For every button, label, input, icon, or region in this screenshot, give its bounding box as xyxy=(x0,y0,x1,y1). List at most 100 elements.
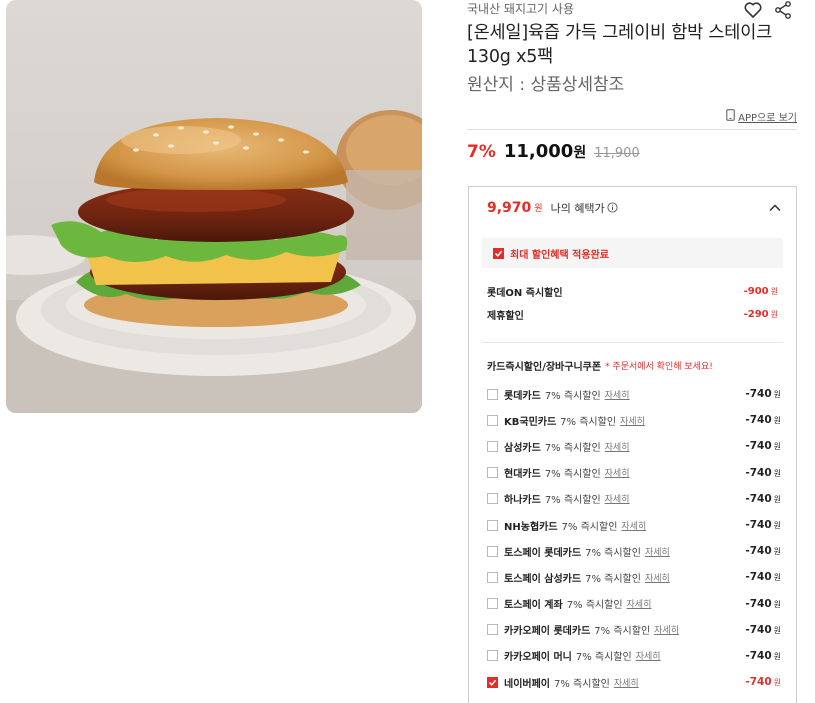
check-icon xyxy=(488,679,497,686)
card-row[interactable]: 토스페이 롯데카드 7% 즉시할인 자세히 -740 원 xyxy=(487,538,781,564)
card-name: 카카오페이 머니 xyxy=(504,652,572,664)
share-icon[interactable] xyxy=(773,0,793,20)
card-detail-link[interactable]: 자세히 xyxy=(605,466,630,479)
card-detail-link[interactable]: 자세히 xyxy=(614,676,639,689)
app-view-row: APP으로 보기 xyxy=(467,108,797,124)
card-discount-pct: 7% 즉시할인 xyxy=(544,469,601,481)
card-amount: -740 원 xyxy=(745,650,781,662)
card-row[interactable]: NH농협카드 7% 즉시할인 자세히 -740 원 xyxy=(487,512,781,538)
card-amount-unit: 원 xyxy=(773,599,781,609)
mobile-icon xyxy=(726,108,735,124)
card-detail-link[interactable]: 자세히 xyxy=(620,414,645,427)
card-detail-link[interactable]: 자세히 xyxy=(605,492,630,505)
card-detail-link[interactable]: 자세히 xyxy=(605,440,630,453)
card-amount-value: -740 xyxy=(745,466,772,479)
card-name: 삼성카드 xyxy=(504,442,541,454)
discount-list: 롯데ON 즉시할인 -900 원 제휴할인 -290 원 xyxy=(469,280,796,326)
card-row[interactable]: 네이버페이 7% 즉시할인 자세히 -740 원 xyxy=(487,669,781,695)
card-checkbox[interactable] xyxy=(487,598,498,610)
card-amount-value: -740 xyxy=(745,623,772,636)
card-name: 토스페이 계좌 xyxy=(504,600,563,612)
card-row[interactable]: KB국민카드 7% 즉시할인 자세히 -740 원 xyxy=(487,407,781,433)
card-amount-unit: 원 xyxy=(773,521,781,531)
check-icon xyxy=(493,247,504,259)
card-amount-unit: 원 xyxy=(773,547,781,557)
card-amount: -740 원 xyxy=(745,676,781,688)
card-detail-link[interactable]: 자세히 xyxy=(605,388,630,401)
card-amount-unit: 원 xyxy=(773,651,781,661)
card-amount-unit: 원 xyxy=(773,573,781,583)
info-icon[interactable] xyxy=(607,202,618,213)
card-discount-pct: 7% 즉시할인 xyxy=(544,442,601,454)
card-checkbox[interactable] xyxy=(487,440,498,452)
burger-photo xyxy=(6,0,422,413)
card-discount-pct: 7% 즉시할인 xyxy=(585,573,641,585)
card-detail-link[interactable]: 자세히 xyxy=(645,571,670,584)
card-discount-pct: 7% 즉시할인 xyxy=(575,652,632,664)
card-discount-pct: 7% 즉시할인 xyxy=(585,547,641,559)
card-amount: -740 원 xyxy=(745,571,781,583)
card-amount-value: -740 xyxy=(745,492,772,505)
card-row[interactable]: 삼성카드 7% 즉시할인 자세히 -740 원 xyxy=(487,433,781,459)
card-checkbox[interactable] xyxy=(487,493,498,505)
card-row[interactable]: 카카오페이 머니 7% 즉시할인 자세히 -740 원 xyxy=(487,643,781,669)
product-title: [온세일]육즙 가득 그레이비 함박 스테이크 130g x5팩 xyxy=(467,23,773,67)
max-benefit-banner: 최대 할인혜택 적용완료 xyxy=(482,238,783,268)
card-amount-value: -740 xyxy=(745,414,772,427)
product-info: 국내산 돼지고기 사용 [온세일]육즙 가득 그레이비 함박 스테이크 130g… xyxy=(467,0,797,165)
discount-name: 롯데ON 즉시할인 xyxy=(487,288,563,299)
card-detail-link[interactable]: 자세히 xyxy=(621,519,646,532)
sale-price-value: 11,000 xyxy=(503,141,574,162)
card-row[interactable]: 카카오페이 롯데카드 7% 즉시할인 자세히 -740 원 xyxy=(487,617,781,643)
origin-line: 원산지 : 상품상세참조 xyxy=(467,75,625,95)
chevron-up-icon[interactable] xyxy=(768,201,782,215)
card-discount-note: * 주문서에서 확인해 보세요! xyxy=(605,361,713,372)
card-name: 현대카드 xyxy=(504,469,541,481)
card-row[interactable]: 토스페이 계좌 7% 즉시할인 자세히 -740 원 xyxy=(487,591,781,617)
benefit-price: 9,970 xyxy=(487,199,532,216)
card-checkbox[interactable] xyxy=(487,467,498,479)
card-checkbox[interactable] xyxy=(487,650,498,662)
card-amount: -740 원 xyxy=(745,624,781,636)
card-row[interactable]: 현대카드 7% 즉시할인 자세히 -740 원 xyxy=(487,460,781,486)
card-detail-link[interactable]: 자세히 xyxy=(636,649,661,662)
app-view-link[interactable]: APP으로 보기 xyxy=(738,109,797,124)
card-detail-link[interactable]: 자세히 xyxy=(645,545,670,558)
card-name: 하나카드 xyxy=(504,495,541,507)
card-checkbox[interactable] xyxy=(487,571,498,583)
card-checkbox[interactable] xyxy=(487,676,498,688)
card-amount-unit: 원 xyxy=(773,494,781,504)
card-discount-pct: 7% 즉시할인 xyxy=(554,678,610,690)
sale-price: 11,000원 xyxy=(504,141,586,162)
card-discount-pct: 7% 즉시할인 xyxy=(561,521,618,533)
card-name: 카카오페이 롯데카드 xyxy=(504,626,591,638)
card-amount-unit: 원 xyxy=(773,416,781,426)
card-checkbox[interactable] xyxy=(487,388,498,400)
card-row[interactable]: 롯데카드 7% 즉시할인 자세히 -740 원 xyxy=(487,381,781,407)
card-row[interactable]: 하나카드 7% 즉시할인 자세히 -740 원 xyxy=(487,486,781,512)
card-discount-pct: 7% 즉시할인 xyxy=(544,390,601,402)
card-detail-link[interactable]: 자세히 xyxy=(627,597,652,610)
card-detail-link[interactable]: 자세히 xyxy=(654,623,679,636)
card-discount-list: 롯데카드 7% 즉시할인 자세히 -740 원 KB국민카드 7% 즉시할인 자세히 -740 원… xyxy=(469,381,796,695)
card-name: 토스페이 삼성카드 xyxy=(504,573,582,585)
card-name: 롯데카드 xyxy=(504,390,541,402)
card-discount-title: 카드즉시할인/장바구니쿠폰 xyxy=(487,361,602,373)
benefit-header[interactable]: 9,970 원 나의 혜택가 xyxy=(469,187,796,228)
card-name: KB국민카드 xyxy=(504,416,557,428)
card-checkbox[interactable] xyxy=(487,545,498,557)
discount-amount-value: -900 xyxy=(743,286,769,297)
card-amount: -740 원 xyxy=(745,493,781,505)
card-amount-value: -740 xyxy=(745,519,772,532)
card-discount-pct: 7% 즉시할인 xyxy=(566,600,623,612)
card-checkbox[interactable] xyxy=(487,414,498,426)
card-name: NH농협카드 xyxy=(504,521,558,533)
card-amount: -740 원 xyxy=(745,598,781,610)
heart-icon[interactable] xyxy=(743,0,763,20)
card-checkbox[interactable] xyxy=(487,624,498,636)
card-amount: -740 원 xyxy=(745,519,781,531)
card-checkbox[interactable] xyxy=(487,519,498,531)
card-row[interactable]: 토스페이 삼성카드 7% 즉시할인 자세히 -740 원 xyxy=(487,564,781,590)
card-amount-value: -740 xyxy=(745,676,772,689)
benefit-box: 9,970 원 나의 혜택가 최대 할인혜택 적용완료 롯데ON 즉시할인 -9… xyxy=(468,186,797,703)
